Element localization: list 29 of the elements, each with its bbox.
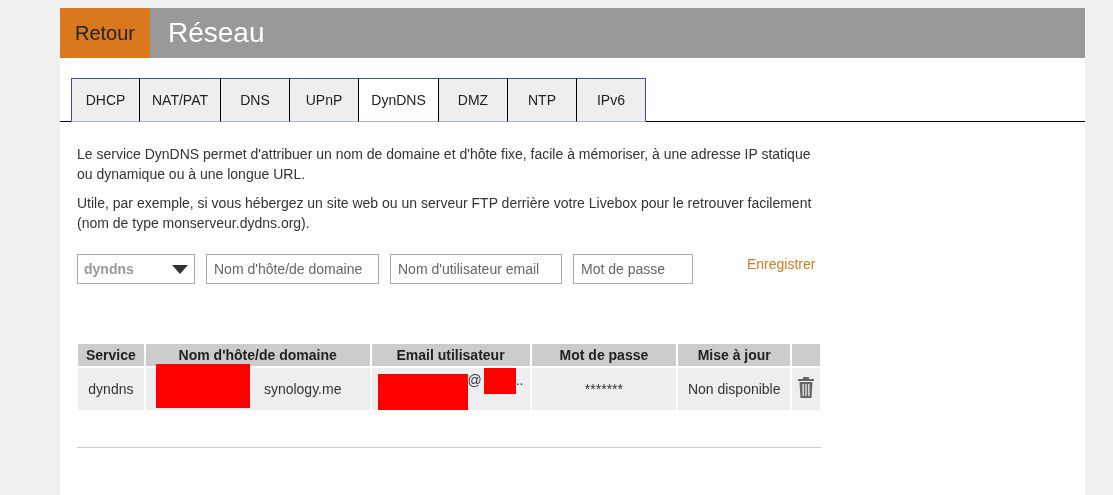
tab[interactable]: DHCP bbox=[71, 78, 140, 122]
tab[interactable]: DynDNS bbox=[359, 78, 439, 122]
trash-icon[interactable] bbox=[798, 377, 815, 398]
redaction-mark bbox=[483, 368, 516, 394]
column-header: Nom d'hôte/de domaine bbox=[145, 344, 370, 366]
page-title: Réseau bbox=[167, 16, 265, 50]
description-text: Le service DynDNS permet d'attribuer un nom de domaine et d'hôte fixe, facile à mémoriser, à une adresse IP statique ou dynamique ou à une longue URL. bbox=[77, 145, 812, 184]
column-header: Mise à jour bbox=[678, 344, 791, 366]
host-field[interactable]: Nom d'hôte/de domaine bbox=[206, 254, 379, 284]
table-cell: dyndns bbox=[78, 366, 144, 410]
table-cell: .. bbox=[515, 371, 524, 388]
column-header: Service bbox=[78, 344, 144, 366]
caret-icon bbox=[172, 264, 188, 274]
back-button[interactable]: Retour bbox=[60, 8, 150, 58]
column-header: Mot de passe bbox=[531, 344, 677, 366]
table-cell: synology.me bbox=[263, 381, 342, 397]
tab[interactable]: NTP bbox=[508, 78, 577, 122]
table-cell: Non disponible bbox=[678, 366, 791, 410]
tab[interactable]: UPnP bbox=[290, 78, 359, 122]
table-cell: ******* bbox=[531, 366, 677, 410]
tab[interactable]: IPv6 bbox=[577, 78, 646, 122]
password-field[interactable]: Mot de passe bbox=[573, 254, 693, 284]
table-cell: @ bbox=[467, 371, 482, 388]
tab[interactable]: NAT/PAT bbox=[140, 78, 221, 122]
username-field[interactable]: Nom d'utilisateur email bbox=[390, 254, 562, 284]
tab[interactable]: DNS bbox=[221, 78, 290, 122]
tab[interactable]: DMZ bbox=[439, 78, 508, 122]
description-text: Utile, par exemple, si vous hébergez un site web ou un serveur FTP derrière votre Livebox pour le retrouver facilement (nom de type monserveur.dydns.org). bbox=[77, 194, 813, 233]
column-header: Email utilisateur bbox=[371, 344, 530, 366]
